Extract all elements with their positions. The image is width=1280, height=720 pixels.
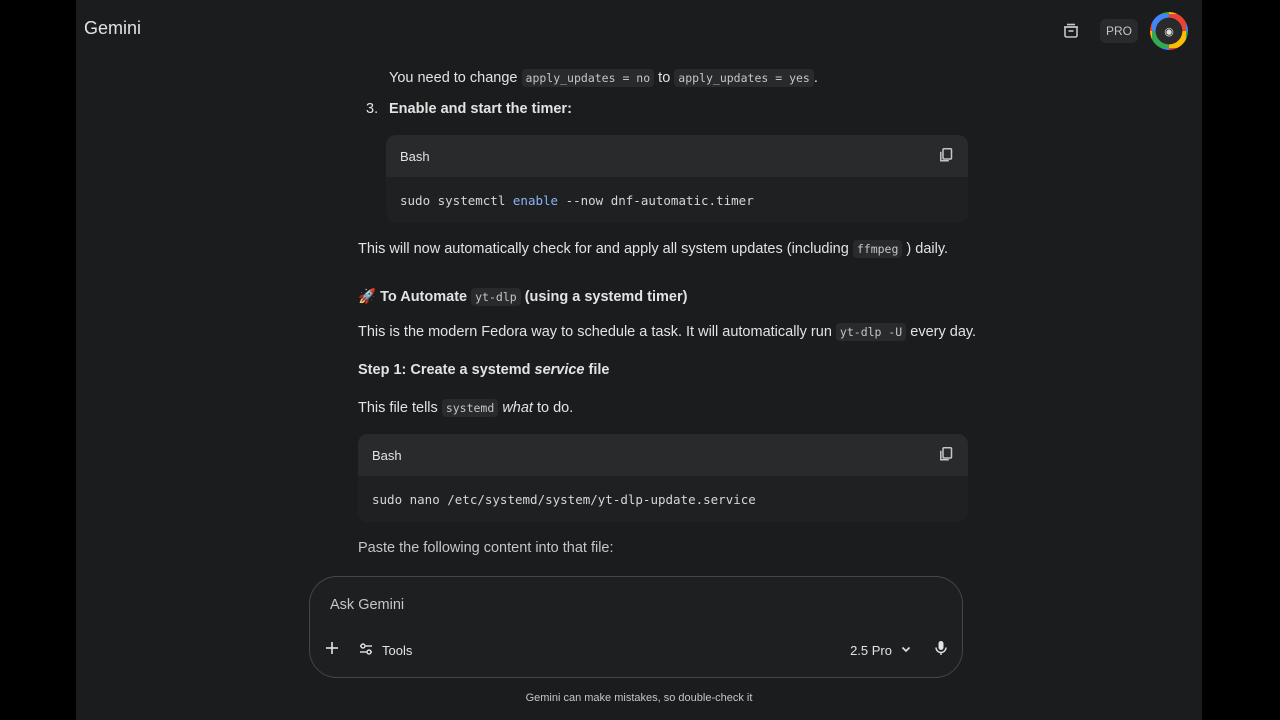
- text: to: [658, 70, 671, 86]
- inline-code: apply_updates = yes: [674, 69, 814, 87]
- top-actions: PRO ◉: [1054, 12, 1188, 50]
- disclaimer: Gemini can make mistakes, so double-chec…: [525, 692, 753, 704]
- prompt-input[interactable]: Ask Gemini: [330, 597, 404, 613]
- avatar-glyph: ◉: [1164, 25, 1174, 38]
- tools-icon: [358, 641, 374, 660]
- pro-badge[interactable]: PRO: [1099, 19, 1138, 43]
- copy-icon[interactable]: [938, 446, 954, 465]
- text-emphasis: service: [534, 362, 585, 378]
- rocket-icon: 🚀: [358, 289, 377, 305]
- paragraph: This will now automatically check for an…: [358, 240, 949, 258]
- inline-code: yt-dlp -U: [835, 323, 907, 341]
- tools-label: Tools: [382, 642, 413, 658]
- inline-code: apply_updates = no: [521, 69, 655, 87]
- inline-code: ffmpeg: [852, 240, 903, 258]
- inline-code: systemd: [441, 399, 499, 417]
- text: ) daily.: [906, 241, 949, 257]
- paragraph: This file tells systemd what to do.: [358, 399, 574, 417]
- code-block-header: Bash: [358, 434, 968, 476]
- text: file: [588, 362, 610, 378]
- text-emphasis: what: [502, 400, 533, 416]
- code-keyword: enable: [512, 193, 559, 208]
- code-block-header: Bash: [386, 135, 968, 177]
- code-language: Bash: [372, 447, 402, 463]
- inline-code: yt-dlp: [471, 288, 521, 306]
- text: Step 1: Create a systemd: [358, 362, 531, 378]
- list-number: 3.: [366, 101, 379, 117]
- code-language: Bash: [400, 148, 430, 164]
- code-block: Bash sudo systemctl enable --now dnf-aut…: [386, 135, 968, 223]
- history-icon[interactable]: [1054, 14, 1088, 48]
- tools-button[interactable]: Tools: [358, 641, 412, 660]
- text: This is the modern Fedora way to schedul…: [358, 324, 832, 340]
- text: You need to change: [389, 70, 518, 86]
- composer-toolbar: Tools 2.5 Pro: [324, 635, 948, 665]
- gemini-app: Gemini PRO ◉ You need to change apply_up…: [76, 0, 1202, 720]
- mic-icon[interactable]: [934, 640, 948, 661]
- text: to do.: [536, 400, 574, 416]
- section-heading: 🚀 To Automate yt-dlp (using a systemd ti…: [358, 288, 688, 306]
- avatar[interactable]: ◉: [1150, 12, 1188, 50]
- code-text: sudo systemctl: [400, 193, 513, 208]
- text: This will now automatically check for an…: [358, 241, 849, 257]
- text: every day.: [910, 324, 977, 340]
- chevron-down-icon: [900, 643, 912, 658]
- model-label: 2.5 Pro: [850, 642, 892, 658]
- text: To Automate: [380, 289, 468, 305]
- step3-title: Enable and start the timer:: [389, 101, 572, 117]
- text: This file tells: [358, 400, 438, 416]
- prompt-composer: Ask Gemini Tools 2.5 Pro: [309, 576, 963, 678]
- brand-title: Gemini: [84, 18, 142, 38]
- model-selector[interactable]: 2.5 Pro: [850, 643, 912, 658]
- text: .: [813, 70, 818, 86]
- plus-icon[interactable]: [324, 640, 340, 661]
- paragraph: Paste the following content into that fi…: [358, 540, 614, 556]
- paragraph: This is the modern Fedora way to schedul…: [358, 323, 977, 341]
- step3-intro: You need to change apply_updates = no to…: [389, 69, 818, 87]
- code-content: sudo nano /etc/systemd/system/yt-dlp-upd…: [358, 476, 968, 522]
- code-text: --now dnf-automatic.timer: [558, 193, 754, 208]
- copy-icon[interactable]: [938, 147, 954, 166]
- code-block: Bash sudo nano /etc/systemd/system/yt-dl…: [358, 434, 968, 522]
- text: (using a systemd timer): [524, 289, 688, 305]
- step-heading: Step 1: Create a systemd service file: [358, 362, 609, 378]
- screen-margin: [1202, 0, 1280, 720]
- code-content: sudo systemctl enable --now dnf-automati…: [386, 177, 968, 223]
